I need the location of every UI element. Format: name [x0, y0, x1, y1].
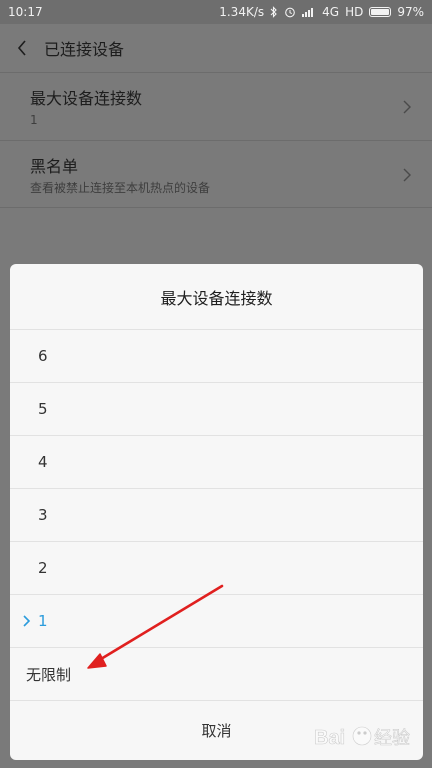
network-speed: 1.34K/s: [219, 5, 265, 19]
selected-check-icon: [23, 615, 31, 627]
settings-item-subtitle: 1: [30, 113, 38, 127]
settings-list: 最大设备连接数 1 黑名单 查看被禁止连接至本机热点的设备: [0, 72, 432, 208]
max-connections-dialog: 最大设备连接数 6 5 4 3 2 1 无限制 取消: [10, 264, 423, 760]
watermark-logo: Bai 经验: [314, 726, 410, 749]
chevron-right-icon: [403, 168, 411, 182]
hd-indicator: HD: [345, 5, 364, 19]
settings-item-title: 最大设备连接数: [30, 89, 143, 108]
settings-item-title: 黑名单: [30, 157, 79, 176]
page-title: 已连接设备: [44, 40, 125, 59]
option-label: 4: [38, 453, 48, 471]
chevron-right-icon: [403, 100, 411, 114]
network-type: 4G: [322, 5, 340, 19]
status-right: 1.34K/s 4G HD 97%: [219, 5, 424, 19]
option-label: 6: [38, 347, 48, 365]
battery-percent: 97%: [397, 5, 424, 19]
signal-icon: [302, 7, 316, 17]
option-3[interactable]: 3: [10, 489, 423, 542]
option-label: 5: [38, 400, 48, 418]
battery-icon: [369, 7, 392, 17]
status-time: 10:17: [8, 5, 43, 19]
option-1[interactable]: 1: [10, 595, 423, 648]
svg-text:经验: 经验: [374, 728, 410, 749]
status-bar: 10:17 1.34K/s 4G HD 97%: [0, 0, 432, 24]
svg-text:Bai: Bai: [314, 727, 345, 749]
dialog-title: 最大设备连接数: [10, 264, 423, 330]
battery-fill: [371, 9, 389, 15]
chevron-left-icon: [17, 40, 26, 56]
option-label: 2: [38, 559, 48, 577]
back-button[interactable]: [0, 24, 44, 72]
option-2[interactable]: 2: [10, 542, 423, 595]
settings-item-max-connections[interactable]: 最大设备连接数 1: [0, 72, 432, 140]
option-6[interactable]: 6: [10, 330, 423, 383]
bluetooth-icon: [270, 6, 278, 18]
settings-item-subtitle: 查看被禁止连接至本机热点的设备: [30, 181, 211, 195]
alarm-icon: [284, 6, 296, 18]
option-label: 3: [38, 506, 48, 524]
option-5[interactable]: 5: [10, 383, 423, 436]
app-header: 已连接设备: [0, 24, 432, 72]
settings-item-blacklist[interactable]: 黑名单 查看被禁止连接至本机热点的设备: [0, 140, 432, 208]
option-4[interactable]: 4: [10, 436, 423, 489]
option-unlimited[interactable]: 无限制: [10, 648, 423, 701]
option-label: 1: [38, 612, 48, 630]
baidu-jingyan-watermark: Bai 经验: [312, 716, 428, 760]
option-label: 无限制: [26, 665, 72, 684]
